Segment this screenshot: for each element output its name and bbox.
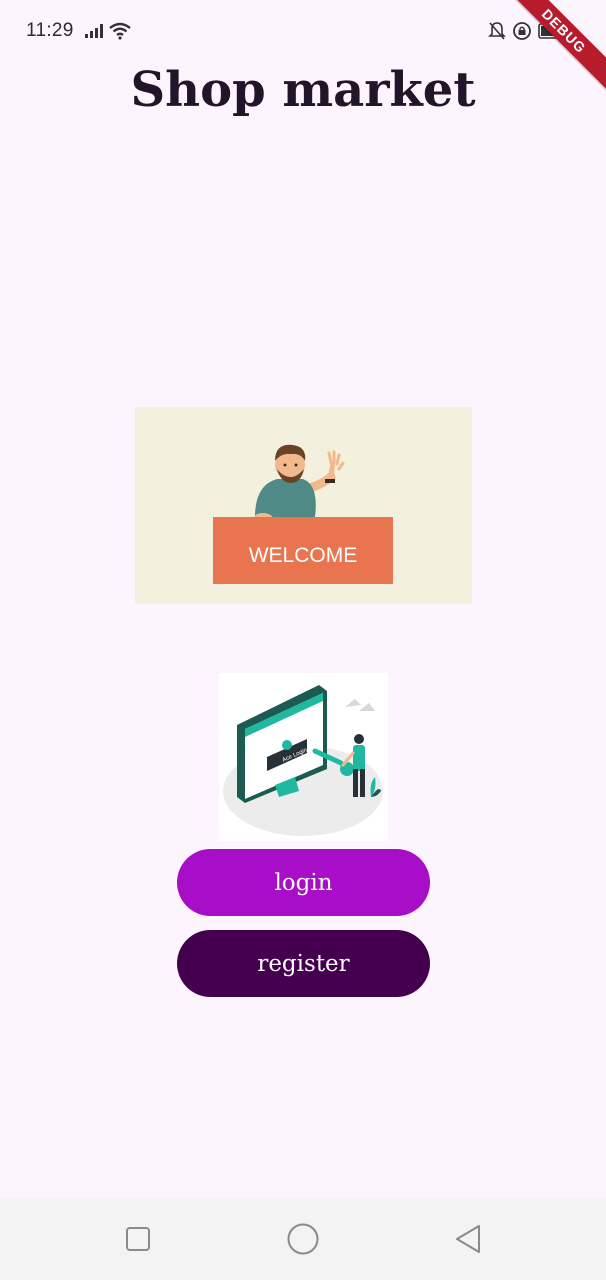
welcome-image: WELCOME	[135, 407, 472, 604]
wifi-icon	[108, 22, 132, 45]
login-illustration: Ace Login	[219, 673, 388, 841]
welcome-sign-text: WELCOME	[249, 544, 358, 567]
vpn-icon	[512, 21, 532, 46]
home-icon[interactable]	[286, 1222, 320, 1256]
status-bar: 11:29	[0, 0, 606, 66]
navigation-bar	[0, 1198, 606, 1280]
status-time: 11:29	[26, 20, 74, 41]
recents-icon[interactable]	[121, 1222, 155, 1256]
back-icon[interactable]	[451, 1222, 485, 1256]
register-button[interactable]: register	[177, 930, 430, 997]
signal-icon	[84, 23, 104, 44]
status-icons-left	[84, 22, 132, 45]
mute-icon	[488, 21, 506, 46]
login-button[interactable]: login	[177, 849, 430, 916]
page-title: Shop market	[130, 62, 476, 118]
